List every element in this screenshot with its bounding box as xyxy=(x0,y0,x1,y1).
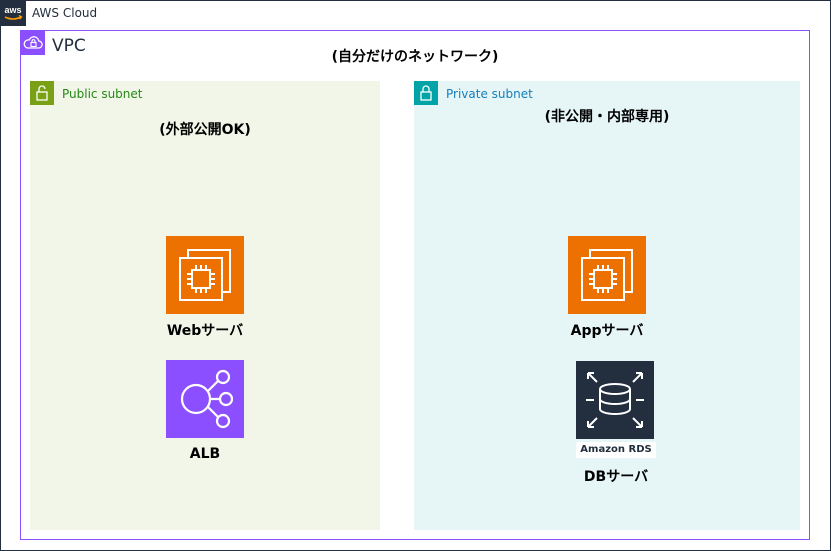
private-subnet-lock-icon xyxy=(414,81,438,105)
rds-service-tag: Amazon RDS xyxy=(576,442,656,458)
public-subnet-note: (外部公開OK) xyxy=(159,122,251,138)
elastic-load-balancing-icon xyxy=(180,369,234,429)
web-server-label: Webサーバ xyxy=(166,323,244,339)
aws-logo-icon: aws xyxy=(0,0,26,26)
ec2-instance-icon xyxy=(581,249,633,301)
svg-text:aws: aws xyxy=(4,5,21,15)
public-subnet-lock-icon xyxy=(30,81,54,105)
web-server-node[interactable] xyxy=(166,236,244,314)
private-subnet-note: (非公開・内部専用) xyxy=(544,109,670,125)
alb-label: ALB xyxy=(189,446,221,462)
app-server-label: Appサーバ xyxy=(570,323,644,339)
amazon-rds-icon xyxy=(586,372,644,428)
vpc-note: (自分だけのネットワーク) xyxy=(331,49,499,65)
ec2-instance-icon xyxy=(179,249,231,301)
public-subnet-title: Public subnet xyxy=(62,87,143,101)
db-server-label: DBサーバ xyxy=(583,469,649,485)
private-subnet-title: Private subnet xyxy=(446,87,533,101)
app-server-node[interactable] xyxy=(568,236,646,314)
cloud-title: AWS Cloud xyxy=(32,6,98,20)
alb-node[interactable] xyxy=(166,360,244,438)
db-server-node[interactable] xyxy=(576,361,654,439)
